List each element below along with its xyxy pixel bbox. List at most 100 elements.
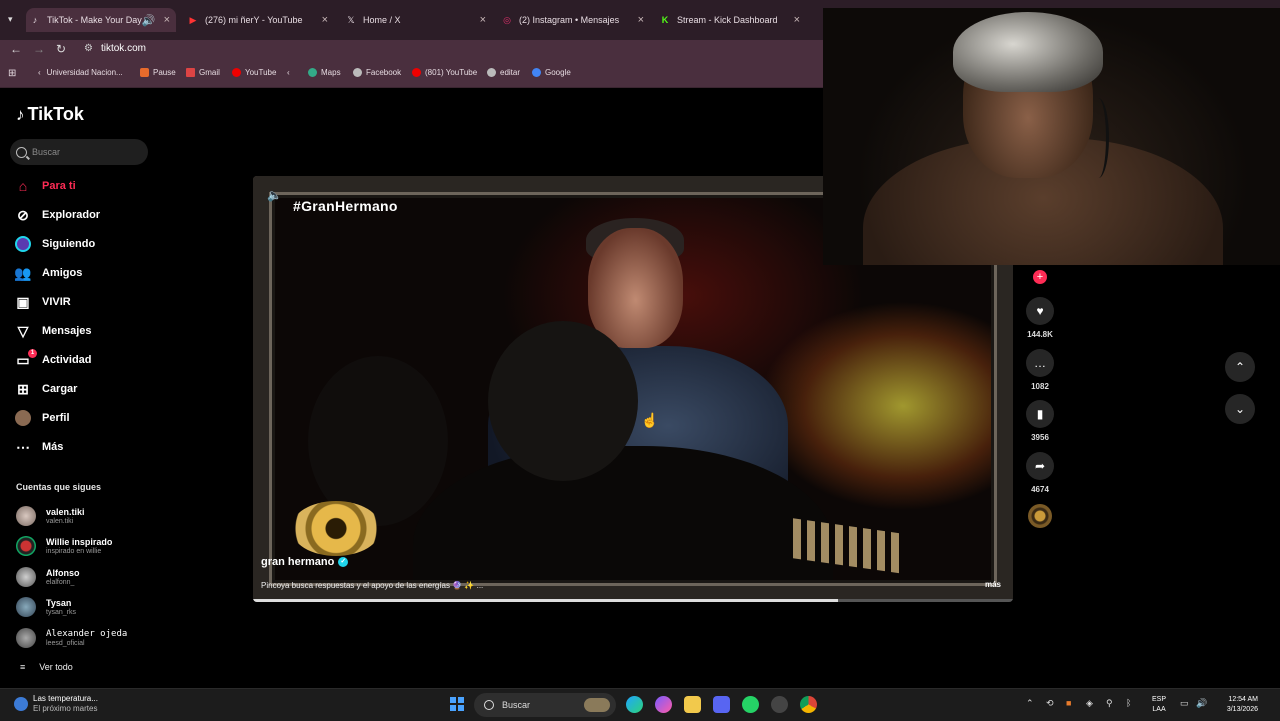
file-explorer-icon[interactable] [684,696,701,713]
url-field[interactable]: ⚙ tiktok.com [84,43,146,54]
search-input[interactable]: Buscar [10,139,148,165]
bookmark-gmail[interactable]: Gmail [186,68,220,77]
video-author[interactable]: gran hermano ✓ [261,556,349,568]
language-indicator[interactable]: ESP LAA [1152,695,1166,715]
apps-grid-icon[interactable]: ⊞ [8,68,16,79]
kick-icon: K [661,15,669,25]
tab-tiktok[interactable]: ♪ TikTok - Make Your Day 🔊 × [26,8,176,32]
tiktok-note-icon: ♪ [16,104,25,124]
sidebar-item-amigos[interactable]: 👥 Amigos [14,262,82,284]
tray-app-icon[interactable]: ⟲ [1046,698,1054,709]
sidebar-item-cargar[interactable]: ⊞ Cargar [14,378,77,400]
close-tab-icon[interactable]: × [480,14,486,26]
bluetooth-icon[interactable]: ᛒ [1126,698,1131,708]
weather-title: Las temperatura... [33,694,98,703]
save-action[interactable]: ▮ 3956 [1024,400,1056,442]
follow-plus-button[interactable]: + [1033,270,1047,284]
comment-action[interactable]: … 1082 [1024,349,1056,391]
tab-youtube[interactable]: ▶ (276) mi ñerY - YouTube × [184,8,334,32]
app-icon[interactable] [771,696,788,713]
sidebar-item-label: Siguiendo [42,238,96,250]
sidebar-item-perfil[interactable]: Perfil [14,407,70,429]
bookmark-google[interactable]: Google [532,68,571,77]
followed-account[interactable]: Tysan tysan_rks [16,594,76,620]
tray-app-icon[interactable]: ■ [1066,698,1071,708]
tiktok-icon: ♪ [32,15,38,25]
music-disc-icon[interactable] [1028,504,1052,528]
followed-account[interactable]: Alexander ojeda leesd_oficial [16,625,127,651]
bookmark-editar[interactable]: editar [487,68,520,77]
weather-icon [14,697,28,711]
whatsapp-icon[interactable] [742,696,759,713]
tab-x[interactable]: 𝕏 Home / X × [342,8,492,32]
sidebar-item-mensajes[interactable]: ▽ Mensajes [14,320,92,342]
followed-account[interactable]: Alfonso elalfonn_ [16,564,80,590]
bookmark-chevron[interactable]: ‹ [287,68,290,77]
instagram-icon: ◎ [503,14,511,25]
bookmark-youtube[interactable]: YouTube [232,68,276,77]
tray-app-icon[interactable]: ⚲ [1106,698,1113,709]
reload-icon[interactable]: ↻ [56,42,66,56]
windows-start-icon[interactable] [450,697,464,711]
bookmark-icon[interactable]: ▮ [1026,400,1054,428]
forward-arrow-icon[interactable]: → [33,42,45,56]
bookmark-facebook[interactable]: Facebook [353,68,401,77]
account-name: Willie inspirado [46,536,113,547]
volume-icon[interactable]: 🔊 [1196,698,1207,709]
see-more-button[interactable]: más [985,580,1001,589]
close-tab-icon[interactable]: × [322,14,328,26]
volume-icon[interactable]: 🔈 [267,188,282,202]
followed-account[interactable]: valen.tiki valen.tiki [16,503,85,529]
tray-chevron-up-icon[interactable]: ⌃ [1026,698,1034,709]
tab-instagram[interactable]: ◎ (2) Instagram • Mensajes × [498,8,650,32]
tab-search-chevron-icon[interactable]: ▾ [8,14,13,25]
system-clock[interactable]: 12:54 AM 3/13/2026 [1218,695,1258,715]
tray-app-icon[interactable]: ◈ [1086,698,1093,709]
compass-icon: ⊘ [17,206,29,223]
speaker-icon[interactable]: 🔊 [142,14,156,27]
network-icon[interactable]: ▭ [1180,698,1189,709]
tab-kick[interactable]: K Stream - Kick Dashboard × [656,8,806,32]
sidebar-item-siguiendo[interactable]: Siguiendo [14,233,95,255]
share-arrow-icon[interactable]: ➦ [1026,452,1054,480]
sidebar-item-actividad[interactable]: ▭ 1 Actividad [14,349,92,371]
see-all-link[interactable]: ≡ Ver todo [20,662,73,672]
comment-icon[interactable]: … [1026,349,1054,377]
upload-icon: ⊞ [17,380,29,397]
like-action[interactable]: ♥ 144.8K [1024,297,1056,339]
followed-account[interactable]: Willie inspirado inspirado en willie [16,533,112,559]
heart-icon[interactable]: ♥ [1026,297,1054,325]
close-tab-icon[interactable]: × [638,14,644,26]
bookmark-youtube-801[interactable]: (801) YouTube [412,68,477,77]
tab-title: (2) Instagram • Mensajes [519,15,620,25]
close-tab-icon[interactable]: × [794,14,800,26]
site-settings-icon[interactable]: ⚙ [84,43,93,54]
weather-widget[interactable]: Las temperatura... El próximo martes [14,694,98,714]
edge-icon[interactable] [626,696,643,713]
back-arrow-icon[interactable]: ← [10,42,22,56]
close-tab-icon[interactable]: × [164,14,170,26]
next-video-button[interactable]: ⌄ [1225,394,1255,424]
send-icon: ▽ [17,322,29,339]
copilot-icon[interactable] [655,696,672,713]
weather-subtitle: El próximo martes [33,704,98,713]
sidebar-item-label: Explorador [42,209,101,221]
bookmark-universidad[interactable]: ‹ Universidad Nacion... [38,68,123,77]
sidebar-item-explorador[interactable]: ⊘ Explorador [14,204,100,226]
video-progress-bar[interactable] [253,599,1013,602]
tiktok-logo[interactable]: ♪ TikTok [16,104,84,125]
sidebar-item-vivir[interactable]: ▣ VIVIR [14,291,70,313]
chrome-icon[interactable] [800,696,817,713]
discord-icon[interactable] [713,696,730,713]
share-action[interactable]: ➦ 4674 [1024,452,1056,494]
sidebar-item-label: Amigos [42,267,83,279]
taskbar-search-input[interactable]: Buscar [474,693,616,717]
bookmark-maps[interactable]: Maps [308,68,341,77]
previous-video-button[interactable]: ⌃ [1225,352,1255,382]
bookmark-pause[interactable]: Pause [140,68,176,77]
sidebar-item-mas[interactable]: ⋯ Más [14,436,63,458]
sidebar-item-para-ti[interactable]: ⌂ Para ti [14,175,76,197]
activity-icon: ▭ 1 [14,349,37,369]
tab-title: Stream - Kick Dashboard [677,15,778,25]
video-scene [588,228,683,348]
